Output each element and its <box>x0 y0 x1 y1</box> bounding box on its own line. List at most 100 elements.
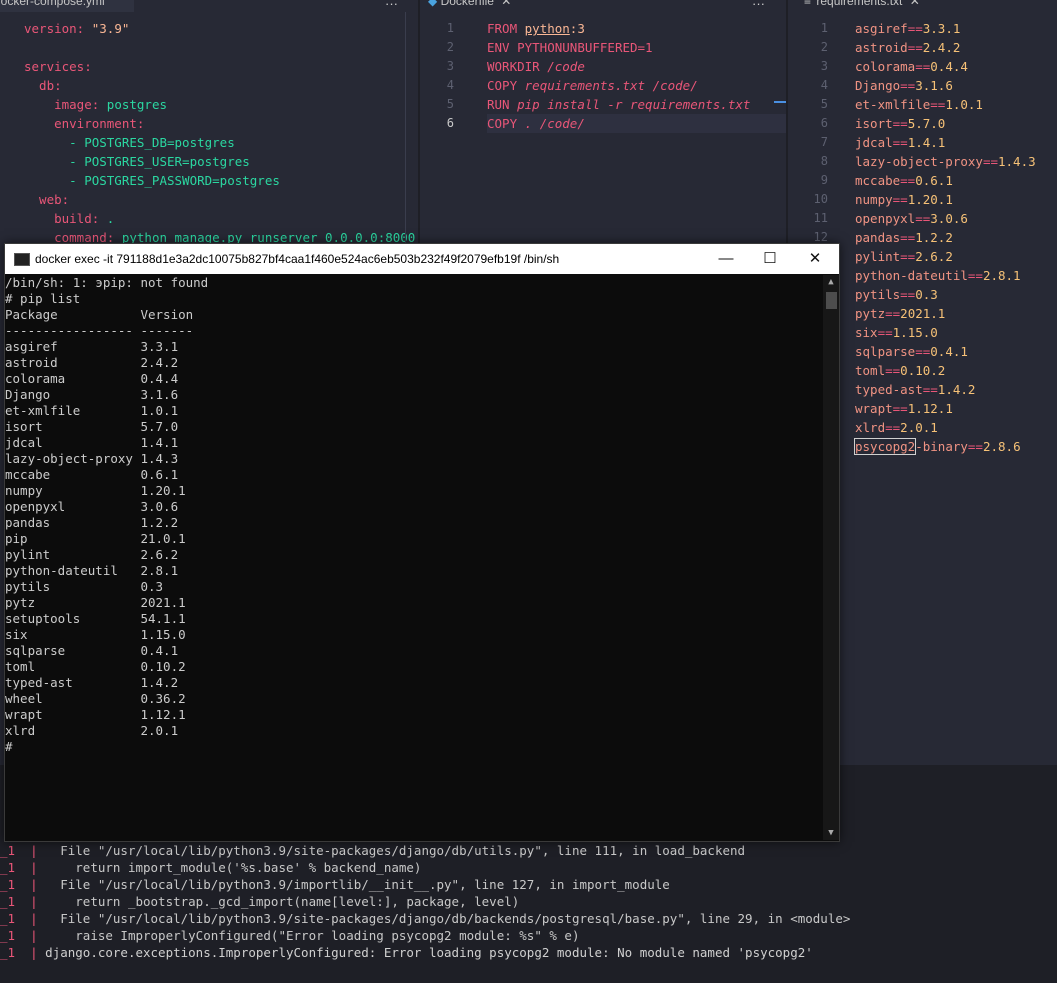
requirement-line: isort==5.7.0 <box>855 114 945 133</box>
version-operator: == <box>900 173 916 188</box>
log-line: _1 | django.core.exceptions.ImproperlyCo… <box>0 944 813 961</box>
line-number: 8 <box>820 154 828 168</box>
code-text: - POSTGRES_USER=postgres <box>24 154 250 169</box>
scroll-down-icon[interactable]: ▼ <box>823 826 839 840</box>
close-button[interactable]: ✕ <box>792 244 838 274</box>
line-number: 5 <box>820 97 828 111</box>
line-number: 1 <box>820 21 828 35</box>
log-prefix: _1 | <box>0 877 38 892</box>
line-number: 11 <box>813 211 828 225</box>
code-text: version: "3.9" <box>24 21 129 36</box>
package-version: 2.0.1 <box>900 420 938 435</box>
line-number: 2 <box>446 40 454 54</box>
requirement-line: six==1.15.0 <box>855 323 938 342</box>
package-version: 2.4.2 <box>922 40 961 55</box>
line-number: 5 <box>446 97 454 111</box>
log-text: File "/usr/local/lib/python3.9/site-pack… <box>37 843 746 858</box>
dockerfile-argument: requirements.txt /code/ <box>524 78 698 93</box>
package-name: psycopg2-binary <box>853 438 968 455</box>
terminal-line: astroid 2.4.2 <box>5 355 179 370</box>
log-line: _1 | File "/usr/local/lib/python3.9/impo… <box>0 876 670 893</box>
more-actions-icon[interactable]: ··· <box>752 0 765 12</box>
requirement-line: pandas==1.2.2 <box>855 228 953 247</box>
terminal-title: docker exec -it 791188d1e3a2dc10075b827b… <box>35 252 560 266</box>
terminal-line: numpy 1.20.1 <box>5 483 186 498</box>
dockerfile-argument: python <box>524 21 570 36</box>
terminal-output[interactable]: /bin/sh: 1: эpip: not found # pip list Pac… <box>5 275 823 840</box>
terminal-scrollbar[interactable]: ▲ ▼ <box>823 275 839 840</box>
package-name: colorama <box>855 59 916 74</box>
tab-docker-compose[interactable]: docker-compose.yml <box>0 0 134 12</box>
tab-dockerfile[interactable]: ◆ Dockerfile ✕ <box>420 0 554 12</box>
dockerfile-argument: /code <box>547 59 585 74</box>
package-version: 5.7.0 <box>907 116 946 131</box>
line-number: 3 <box>820 59 828 73</box>
version-operator: == <box>900 249 916 264</box>
terminal-line: # pip list <box>5 291 81 306</box>
version-operator: == <box>892 401 908 416</box>
log-text: return _bootstrap._gcd_import(name[level… <box>37 894 520 909</box>
requirement-line: wrapt==1.12.1 <box>855 399 953 418</box>
version-operator: == <box>892 192 908 207</box>
package-name: xlrd <box>855 420 886 435</box>
code-line: RUN pip install -r requirements.txt <box>487 95 786 114</box>
line-number: 1 <box>446 21 454 35</box>
requirement-line: numpy==1.20.1 <box>855 190 953 209</box>
terminal-line: pylint 2.6.2 <box>5 547 179 562</box>
requirement-line: sqlparse==0.4.1 <box>855 342 968 361</box>
log-prefix: _1 | <box>0 928 38 943</box>
terminal-line: Package Version <box>5 307 194 322</box>
package-name: pylint <box>855 249 901 264</box>
package-name: pytz <box>855 306 886 321</box>
scroll-thumb[interactable] <box>826 292 837 309</box>
version-operator: == <box>885 363 901 378</box>
package-version: 3.0.6 <box>930 211 968 226</box>
log-prefix: _1 | <box>0 860 38 875</box>
terminal-line: six 1.15.0 <box>5 627 186 642</box>
version-operator: == <box>930 97 946 112</box>
version-operator: == <box>892 116 908 131</box>
more-actions-icon[interactable]: ··· <box>385 0 398 12</box>
close-icon[interactable]: ✕ <box>501 0 511 8</box>
close-icon[interactable]: ✕ <box>910 0 920 8</box>
terminal-line: asgiref 3.3.1 <box>5 339 179 354</box>
package-version: 2.8.1 <box>982 268 1021 283</box>
code-line: version: "3.9" <box>24 19 129 38</box>
log-line: _1 | return import_module('%s.base' % ba… <box>0 859 421 876</box>
terminal-line: typed-ast 1.4.2 <box>5 675 179 690</box>
yaml-value: . <box>99 211 115 226</box>
requirement-line: xlrd==2.0.1 <box>855 418 938 437</box>
version-operator: == <box>915 59 931 74</box>
terminal-window[interactable]: docker exec -it 791188d1e3a2dc10075b827b… <box>4 243 840 842</box>
terminal-line: pip 21.0.1 <box>5 531 186 546</box>
terminal-line: wrapt 1.12.1 <box>5 707 186 722</box>
code-text: image: postgres <box>24 97 167 112</box>
terminal-titlebar[interactable]: docker exec -it 791188d1e3a2dc10075b827b… <box>5 244 839 274</box>
maximize-button[interactable]: ☐ <box>747 244 793 274</box>
version-operator: == <box>900 78 916 93</box>
code-text: build: . <box>24 211 114 226</box>
requirement-line: psycopg2-binary==2.8.6 <box>853 437 1021 456</box>
dockerfile-code[interactable]: 1 FROM python:3 2 ENV PYTHONUNBUFFERED=1 3 WO… <box>420 19 786 149</box>
log-line: _1 | File "/usr/local/lib/python3.9/site… <box>0 910 850 927</box>
scroll-up-icon[interactable]: ▲ <box>823 275 839 289</box>
version-operator: == <box>922 382 938 397</box>
line-number: 3 <box>446 59 454 73</box>
dockerfile-tag: :3 <box>569 21 585 36</box>
log-text: File "/usr/local/lib/python3.9/importlib… <box>37 877 670 892</box>
requirement-line: lazy-object-proxy==1.4.3 <box>855 152 1036 171</box>
minimize-button[interactable]: — <box>703 244 749 274</box>
requirement-line: toml==0.10.2 <box>855 361 945 380</box>
package-version: 2.6.2 <box>915 249 953 264</box>
package-name: jdcal <box>855 135 893 150</box>
code-line: environment: <box>24 114 144 133</box>
tab-requirements[interactable]: ≡ requirements.txt ✕ <box>788 0 974 12</box>
version-operator: == <box>907 21 923 36</box>
version-operator: == <box>885 306 901 321</box>
requirement-line: pytz==2021.1 <box>855 304 945 323</box>
terminal-line: colorama 0.4.4 <box>5 371 179 386</box>
requirement-line: openpyxl==3.0.6 <box>855 209 968 228</box>
requirement-line: mccabe==0.6.1 <box>855 171 953 190</box>
compose-code[interactable]: version: "3.9" services: db: image: postg… <box>24 19 418 249</box>
tab-label: requirements.txt <box>816 0 903 8</box>
